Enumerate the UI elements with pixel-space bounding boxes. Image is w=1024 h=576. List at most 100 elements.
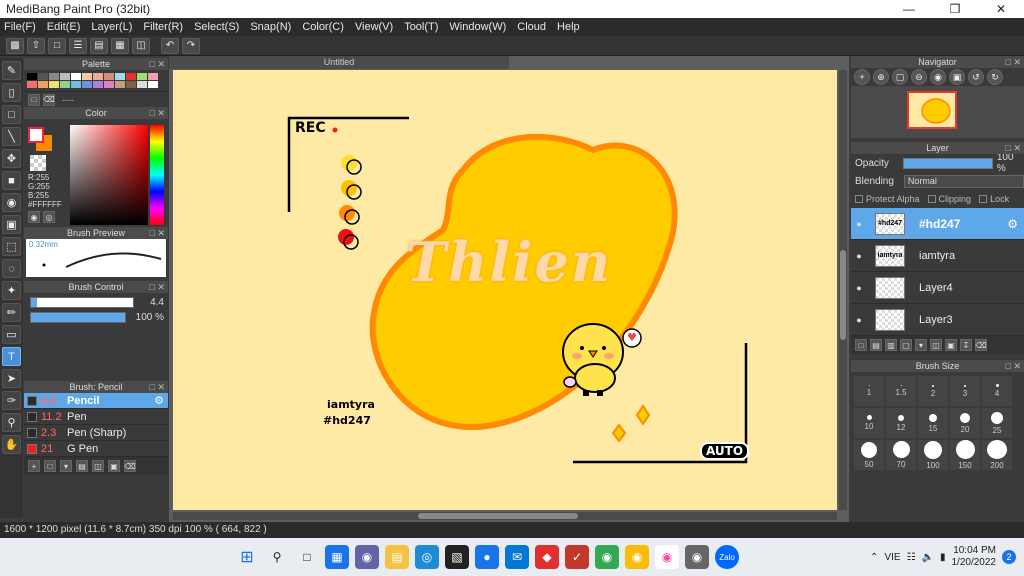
chat-icon[interactable]: ◉ bbox=[355, 545, 379, 569]
layer-item-iamtyra[interactable]: ● iamtyra iamtyra bbox=[851, 240, 1024, 272]
swatch[interactable] bbox=[137, 73, 147, 80]
swatch[interactable] bbox=[82, 81, 92, 88]
search-icon[interactable]: ⚲ bbox=[265, 545, 289, 569]
navigator-view[interactable] bbox=[851, 86, 1024, 138]
swatch[interactable] bbox=[126, 81, 136, 88]
menu-cloud[interactable]: Cloud bbox=[517, 21, 546, 33]
brush-size-option[interactable]: 1.5 bbox=[886, 376, 916, 406]
brush-size-slider[interactable] bbox=[30, 297, 134, 308]
eraser-tool-icon[interactable]: ▯ bbox=[2, 83, 21, 102]
menu-snap[interactable]: Snap(N) bbox=[250, 21, 291, 33]
brush-size-option[interactable]: 200 bbox=[982, 440, 1012, 470]
swatch[interactable] bbox=[71, 81, 81, 88]
canvas-icon[interactable]: ▩ bbox=[6, 37, 24, 54]
zoom-out-icon[interactable]: ⊖ bbox=[911, 69, 927, 85]
color-wheel-icon[interactable]: ◎ bbox=[43, 211, 55, 223]
clock[interactable]: 10:04 PM 1/20/2022 bbox=[952, 545, 997, 569]
magic-wand-tool-icon[interactable]: ✦ bbox=[2, 281, 21, 300]
color-close-icon[interactable]: □ ✕ bbox=[150, 107, 165, 119]
rectangle-tool-icon[interactable]: □ bbox=[2, 105, 21, 124]
new-layer-icon[interactable]: □ bbox=[855, 339, 867, 351]
message-icon[interactable]: ☰ bbox=[69, 37, 87, 54]
swatch[interactable] bbox=[126, 73, 136, 80]
duplicate-layer-icon[interactable]: ▣ bbox=[945, 339, 957, 351]
menu-color[interactable]: Color(C) bbox=[302, 21, 344, 33]
brush-duplicate-icon[interactable]: ▣ bbox=[108, 460, 120, 472]
move-tool-icon[interactable]: ✥ bbox=[2, 149, 21, 168]
fit-icon[interactable]: ▢ bbox=[892, 69, 908, 85]
horizontal-scroll-thumb[interactable] bbox=[418, 513, 578, 519]
undo-icon[interactable]: ↶ bbox=[161, 37, 179, 54]
menu-file[interactable]: File(F) bbox=[4, 21, 36, 33]
brush-item-pen[interactable]: 11.2 Pen bbox=[24, 409, 168, 425]
menu-help[interactable]: Help bbox=[557, 21, 580, 33]
layer-item-layer4[interactable]: ● Layer4 bbox=[851, 272, 1024, 304]
task-view-icon[interactable]: □ bbox=[295, 545, 319, 569]
zoom-in-alt-icon[interactable]: ⊕ bbox=[873, 69, 889, 85]
document-icon[interactable]: ▤ bbox=[90, 37, 108, 54]
language-indicator[interactable]: VIE bbox=[884, 552, 900, 563]
text-tool-icon[interactable]: T bbox=[2, 347, 21, 366]
menu-edit[interactable]: Edit(E) bbox=[47, 21, 81, 33]
menu-select[interactable]: Select(S) bbox=[194, 21, 239, 33]
brush-opacity-slider[interactable] bbox=[30, 312, 126, 323]
visibility-icon[interactable]: ● bbox=[851, 219, 867, 229]
layer-item-hd247[interactable]: ● #hd247 #hd247 ⚙ bbox=[851, 208, 1024, 240]
split-icon[interactable]: ◫ bbox=[132, 37, 150, 54]
swatch[interactable] bbox=[104, 73, 114, 80]
grid-icon[interactable]: ▦ bbox=[111, 37, 129, 54]
mail-icon[interactable]: ✉ bbox=[505, 545, 529, 569]
menu-layer[interactable]: Layer(L) bbox=[91, 21, 132, 33]
new-brush-icon[interactable]: □ bbox=[44, 460, 56, 472]
fill-rect-tool-icon[interactable]: ■ bbox=[2, 171, 21, 190]
swatch[interactable] bbox=[115, 73, 125, 80]
lasso-tool-icon[interactable]: ◌ bbox=[2, 259, 21, 278]
brush-size-option[interactable]: 25 bbox=[982, 408, 1012, 438]
chrome-alt-icon[interactable]: ◉ bbox=[625, 545, 649, 569]
menu-tool[interactable]: Tool(T) bbox=[404, 21, 438, 33]
swatch[interactable] bbox=[38, 73, 48, 80]
brush-control-close-icon[interactable]: □ ✕ bbox=[150, 281, 165, 293]
swatch[interactable] bbox=[148, 73, 158, 80]
blending-select[interactable]: Normal bbox=[903, 174, 1024, 188]
document-tab[interactable]: Untitled bbox=[169, 56, 509, 69]
maximize-button[interactable]: ❐ bbox=[932, 0, 978, 18]
rotate-left-icon[interactable]: ↺ bbox=[968, 69, 984, 85]
brush-opacity-value[interactable]: 100 % bbox=[130, 312, 164, 323]
brush-delete-icon[interactable]: ⌫ bbox=[124, 460, 136, 472]
zalo-icon[interactable]: Zalo bbox=[715, 545, 739, 569]
brush-size-option[interactable]: 2 bbox=[918, 376, 948, 406]
brush-size-option[interactable]: 150 bbox=[950, 440, 980, 470]
minimize-button[interactable]: — bbox=[886, 0, 932, 18]
brush-size-close-icon[interactable]: □ ✕ bbox=[1006, 360, 1021, 372]
battery-icon[interactable]: ▮ bbox=[940, 552, 946, 563]
brush-preview-close-icon[interactable]: □ ✕ bbox=[150, 227, 165, 239]
brush-size-option[interactable]: 3 bbox=[950, 376, 980, 406]
fit-window-icon[interactable]: ▣ bbox=[949, 69, 965, 85]
new-palette-icon[interactable]: □ bbox=[28, 93, 40, 106]
delete-palette-icon[interactable]: ⌫ bbox=[43, 93, 55, 106]
brush-menu-icon[interactable]: ▾ bbox=[60, 460, 72, 472]
menu-window[interactable]: Window(W) bbox=[449, 21, 506, 33]
start-icon[interactable]: ⊞ bbox=[235, 545, 259, 569]
vertical-scroll-thumb[interactable] bbox=[840, 250, 846, 340]
swatch[interactable] bbox=[60, 81, 70, 88]
lock-checkbox[interactable]: Lock bbox=[979, 194, 1009, 204]
medibang-icon[interactable]: ◉ bbox=[655, 545, 679, 569]
swatch[interactable] bbox=[49, 73, 59, 80]
brush-item-pen-sharp[interactable]: 2.3 Pen (Sharp) bbox=[24, 425, 168, 441]
brush-size-option[interactable]: 12 bbox=[886, 408, 916, 438]
protect-alpha-checkbox[interactable]: Protect Alpha bbox=[855, 194, 920, 204]
brush-copy-icon[interactable]: ▤ bbox=[76, 460, 88, 472]
actual-size-icon[interactable]: ◉ bbox=[930, 69, 946, 85]
delete-layer-icon[interactable]: ⌫ bbox=[975, 339, 987, 351]
close-button[interactable]: ✕ bbox=[978, 0, 1024, 18]
brush-item-pencil[interactable]: 4.4 Pencil ⚙ bbox=[24, 393, 168, 409]
tray-chevron-icon[interactable]: ⌃ bbox=[870, 552, 878, 563]
visibility-icon[interactable]: ● bbox=[851, 251, 867, 261]
brush-tool-icon[interactable]: ✎ bbox=[2, 61, 21, 80]
brush-size-option[interactable]: 15 bbox=[918, 408, 948, 438]
layer-opacity-slider[interactable] bbox=[902, 157, 993, 169]
layer-close-icon[interactable]: □ ✕ bbox=[1006, 142, 1021, 154]
swatch[interactable] bbox=[82, 73, 92, 80]
